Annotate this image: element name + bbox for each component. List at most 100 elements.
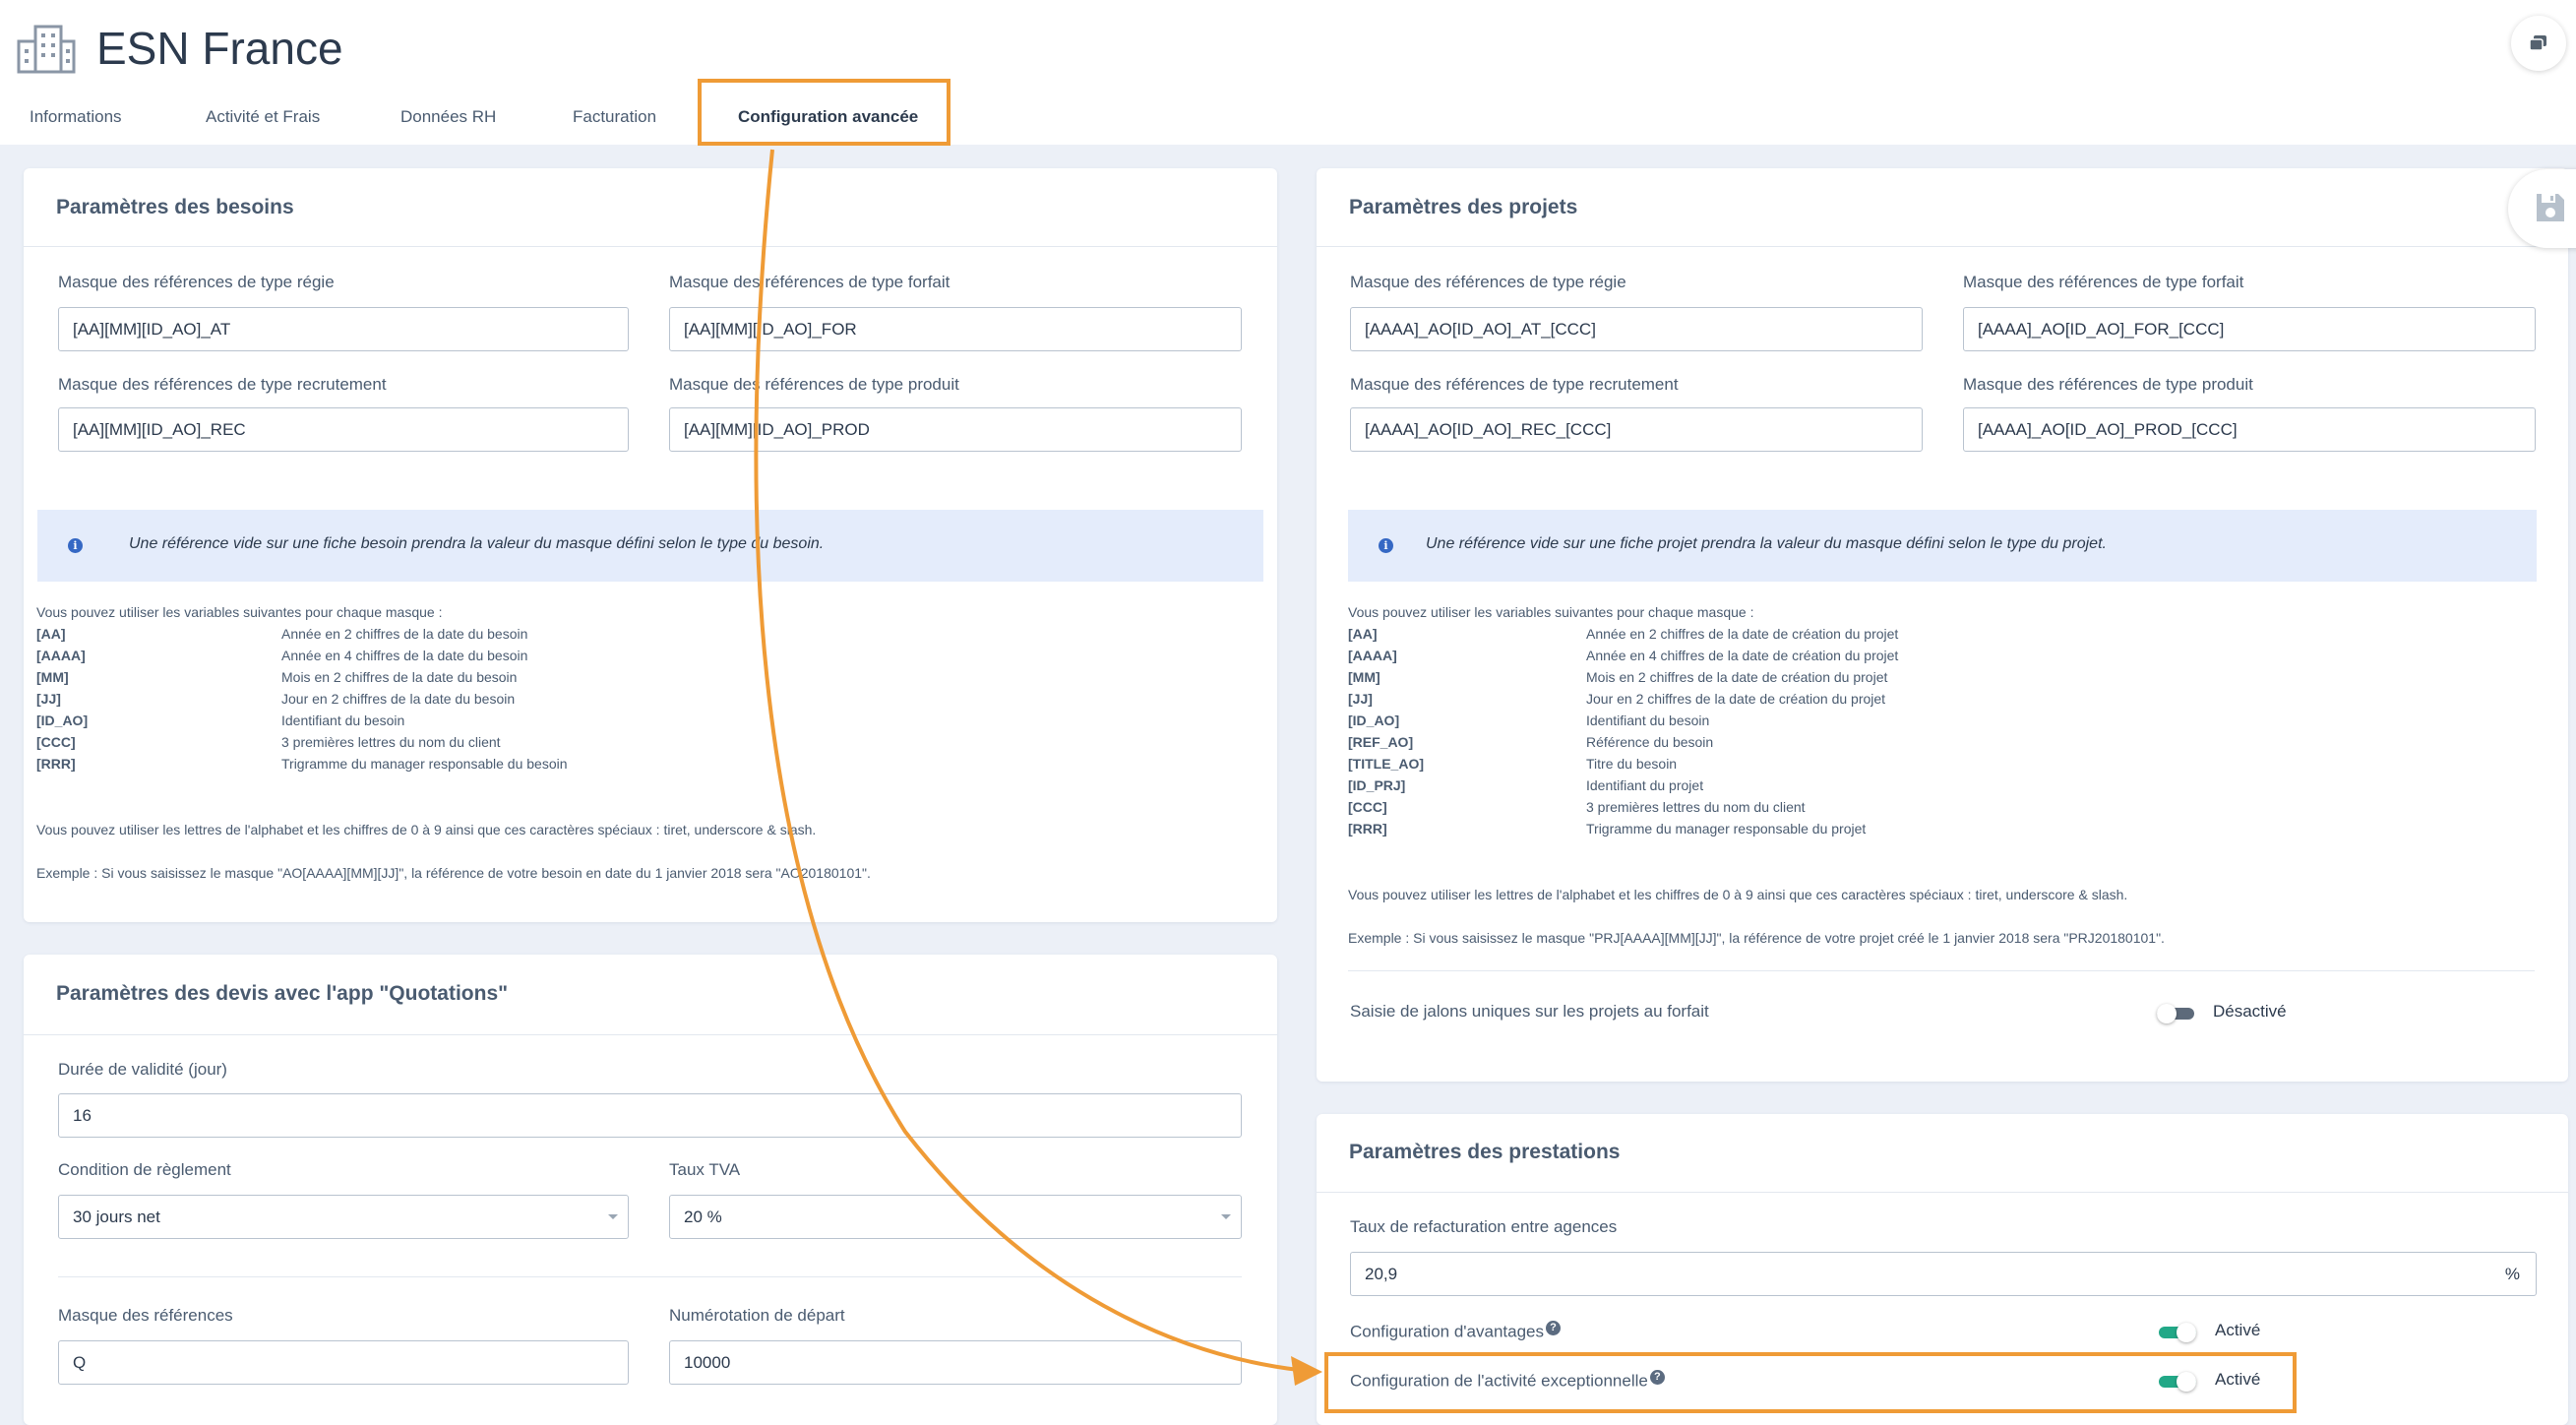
building-icon bbox=[17, 25, 76, 74]
var-desc: Année en 4 chiffres de la date du besoin bbox=[281, 648, 528, 663]
besoins-info-box: i Une référence vide sur une fiche besoi… bbox=[37, 510, 1263, 582]
var-desc: Année en 4 chiffres de la date de créati… bbox=[1586, 648, 1899, 663]
besoins-recrutement-label: Masque des références de type recrutemen… bbox=[58, 375, 387, 394]
var-desc: Mois en 2 chiffres de la date de créatio… bbox=[1586, 669, 1888, 685]
projets-info-box: i Une référence vide sur une fiche proje… bbox=[1348, 510, 2537, 582]
card-divider bbox=[24, 1034, 1277, 1035]
exceptionnelle-highlight-frame bbox=[1324, 1352, 2297, 1413]
info-icon: i bbox=[1379, 538, 1393, 553]
devis-reglement-label: Condition de règlement bbox=[58, 1160, 231, 1179]
var-code: [RRR] bbox=[1348, 821, 1387, 836]
tab-activite-frais[interactable]: Activité et Frais bbox=[206, 107, 320, 127]
var-desc: Jour en 2 chiffres de la date de créatio… bbox=[1586, 691, 1886, 707]
avantages-label: Configuration d'avantages? bbox=[1350, 1321, 1561, 1342]
var-desc: Année en 2 chiffres de la date de créati… bbox=[1586, 626, 1899, 642]
jalons-label: Saisie de jalons uniques sur les projets… bbox=[1350, 1002, 1709, 1021]
window-toggle-button[interactable] bbox=[2511, 16, 2566, 71]
besoins-note-example: Exemple : Si vous saisissez le masque "A… bbox=[36, 865, 871, 881]
avantages-state: Activé bbox=[2215, 1321, 2261, 1339]
besoins-card: Paramètres des besoins Masque des référe… bbox=[24, 168, 1277, 922]
var-code: [JJ] bbox=[1348, 691, 1373, 707]
besoins-recrutement-input[interactable]: [AA][MM][ID_AO]_REC bbox=[58, 407, 629, 452]
tab-informations[interactable]: Informations bbox=[30, 107, 122, 127]
var-code: [AAAA] bbox=[1348, 648, 1397, 663]
devis-tva-select[interactable]: 20 % bbox=[669, 1195, 1242, 1239]
besoins-note-chars: Vous pouvez utiliser les lettres de l'al… bbox=[36, 822, 817, 837]
projets-regie-input[interactable]: [AAAA]_AO[ID_AO]_AT_[CCC] bbox=[1350, 307, 1923, 351]
devis-masque-input[interactable]: Q bbox=[58, 1340, 629, 1385]
projets-card: Paramètres des projets Masque des référe… bbox=[1317, 168, 2568, 1082]
avantages-label-text: Configuration d'avantages bbox=[1350, 1322, 1544, 1341]
projets-produit-input[interactable]: [AAAA]_AO[ID_AO]_PROD_[CCC] bbox=[1963, 407, 2536, 452]
tab-highlight-frame bbox=[698, 79, 951, 146]
var-desc: Jour en 2 chiffres de la date du besoin bbox=[281, 691, 516, 707]
var-desc: Référence du besoin bbox=[1586, 734, 1714, 750]
projets-note-chars: Vous pouvez utiliser les lettres de l'al… bbox=[1348, 887, 2128, 902]
devis-reglement-value: 30 jours net bbox=[73, 1208, 160, 1226]
prestations-taux-label: Taux de refacturation entre agences bbox=[1350, 1217, 1618, 1236]
tab-donnees-rh[interactable]: Données RH bbox=[400, 107, 496, 127]
besoins-vars-intro: Vous pouvez utiliser les variables suiva… bbox=[36, 604, 443, 620]
besoins-regie-label: Masque des références de type régie bbox=[58, 273, 335, 291]
devis-numerotation-input[interactable]: 10000 bbox=[669, 1340, 1242, 1385]
projets-title: Paramètres des projets bbox=[1349, 196, 1578, 218]
devis-card: Paramètres des devis avec l'app "Quotati… bbox=[24, 955, 1277, 1425]
devis-validite-label: Durée de validité (jour) bbox=[58, 1060, 227, 1079]
besoins-produit-input[interactable]: [AA][MM][ID_AO]_PROD bbox=[669, 407, 1242, 452]
besoins-regie-input[interactable]: [AA][MM][ID_AO]_AT bbox=[58, 307, 629, 351]
var-code: [ID_PRJ] bbox=[1348, 777, 1406, 793]
projets-info-text: Une référence vide sur une fiche projet … bbox=[1426, 535, 2107, 552]
card-divider bbox=[1317, 246, 2568, 247]
var-code: [REF_AO] bbox=[1348, 734, 1414, 750]
var-desc: 3 premières lettres du nom du client bbox=[1586, 799, 1806, 815]
projets-forfait-input[interactable]: [AAAA]_AO[ID_AO]_FOR_[CCC] bbox=[1963, 307, 2536, 351]
devis-tva-value: 20 % bbox=[684, 1208, 722, 1226]
var-code: [TITLE_AO] bbox=[1348, 756, 1424, 772]
page-header: ESN France Informations Activité et Frai… bbox=[0, 0, 2576, 146]
besoins-title: Paramètres des besoins bbox=[56, 196, 294, 218]
besoins-forfait-input[interactable]: [AA][MM][ID_AO]_FOR bbox=[669, 307, 1242, 351]
avantages-toggle[interactable] bbox=[2159, 1323, 2196, 1342]
var-code: [RRR] bbox=[36, 756, 76, 772]
page-title: ESN France bbox=[96, 23, 343, 74]
projets-produit-label: Masque des références de type produit bbox=[1963, 375, 2253, 394]
devis-reglement-select[interactable]: 30 jours net bbox=[58, 1195, 629, 1239]
projets-recrutement-input[interactable]: [AAAA]_AO[ID_AO]_REC_[CCC] bbox=[1350, 407, 1923, 452]
var-code: [AA] bbox=[36, 626, 66, 642]
devis-validite-input[interactable]: 16 bbox=[58, 1093, 1242, 1138]
toggle-knob bbox=[2157, 1004, 2177, 1023]
projets-note-example: Exemple : Si vous saisissez le masque "P… bbox=[1348, 930, 2165, 946]
chevron-down-icon bbox=[1221, 1214, 1231, 1219]
jalons-toggle[interactable] bbox=[2157, 1004, 2194, 1023]
var-code: [MM] bbox=[36, 669, 69, 685]
prestations-taux-input[interactable]: 20,9 % bbox=[1350, 1252, 2537, 1296]
windows-icon bbox=[2529, 35, 2546, 51]
projets-regie-label: Masque des références de type régie bbox=[1350, 273, 1626, 291]
prestations-taux-value: 20,9 bbox=[1365, 1265, 1398, 1283]
var-desc: Année en 2 chiffres de la date du besoin bbox=[281, 626, 528, 642]
card-divider bbox=[24, 246, 1277, 247]
percent-unit: % bbox=[2504, 1265, 2520, 1283]
devis-numerotation-label: Numérotation de départ bbox=[669, 1306, 845, 1325]
var-code: [CCC] bbox=[36, 734, 76, 750]
card-divider bbox=[1317, 1192, 2568, 1193]
besoins-produit-label: Masque des références de type produit bbox=[669, 375, 959, 394]
var-desc: Identifiant du besoin bbox=[1586, 712, 1710, 728]
tab-facturation[interactable]: Facturation bbox=[573, 107, 656, 127]
devis-title: Paramètres des devis avec l'app "Quotati… bbox=[56, 982, 509, 1005]
help-icon[interactable]: ? bbox=[1546, 1321, 1561, 1335]
var-desc: Trigramme du manager responsable du beso… bbox=[281, 756, 568, 772]
info-icon: i bbox=[68, 538, 83, 553]
projets-forfait-label: Masque des références de type forfait bbox=[1963, 273, 2244, 291]
var-desc: Titre du besoin bbox=[1586, 756, 1678, 772]
jalons-state: Désactivé bbox=[2213, 1002, 2287, 1021]
besoins-forfait-label: Masque des références de type forfait bbox=[669, 273, 951, 291]
var-code: [JJ] bbox=[36, 691, 61, 707]
var-code: [AAAA] bbox=[36, 648, 86, 663]
projets-vars-intro: Vous pouvez utiliser les variables suiva… bbox=[1348, 604, 1754, 620]
var-code: [ID_AO] bbox=[1348, 712, 1400, 728]
section-divider bbox=[58, 1276, 1242, 1277]
var-desc: Identifiant du besoin bbox=[281, 712, 405, 728]
devis-tva-label: Taux TVA bbox=[669, 1160, 741, 1179]
var-code: [MM] bbox=[1348, 669, 1380, 685]
